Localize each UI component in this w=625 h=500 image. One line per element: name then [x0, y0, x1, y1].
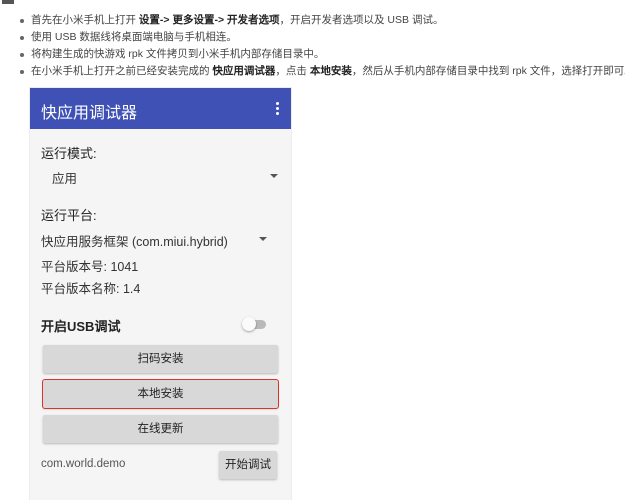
instruction-text: ，点击 — [275, 65, 310, 77]
instruction-text: 使用 USB 数据线将桌面端电脑与手机相连。 — [31, 31, 237, 43]
run-mode-value: 应用 — [52, 172, 78, 186]
instruction-emphasis: 快应用调试器 — [212, 65, 276, 77]
usb-debug-label: 开启USB调试 — [41, 319, 121, 334]
usb-debug-toggle[interactable] — [242, 317, 268, 331]
bullet-icon — [20, 19, 24, 23]
instruction-item: 在小米手机上打开之前已经安装完成的 快应用调试器，点击 本地安装，然后从手机内部… — [18, 63, 625, 80]
app-title: 快应用调试器 — [41, 105, 138, 122]
run-mode-label: 运行模式: — [41, 146, 97, 161]
platform-version-code: 平台版本号: 1041 — [41, 260, 139, 274]
platform-label: 运行平台: — [41, 208, 97, 223]
local-install-button[interactable]: 本地安装 — [42, 379, 279, 409]
instruction-item: 将构建生成的快游戏 rpk 文件拷贝到小米手机内部存储目录中。 — [18, 46, 625, 63]
phone-screen: 快应用调试器 运行模式: 应用 运行平台: 快应用服务框架 (com.miui.… — [30, 88, 291, 500]
scan-install-button[interactable]: 扫码安装 — [43, 345, 278, 373]
platform-version-name: 平台版本名称: 1.4 — [41, 282, 141, 296]
bullet-icon — [20, 36, 24, 40]
instruction-list: 首先在小米手机上打开 设置-> 更多设置-> 开发者选项，开启开发者选项以及 U… — [18, 12, 625, 80]
instruction-emphasis: 设置-> 更多设置-> 开发者选项 — [138, 14, 280, 26]
bullet-icon — [20, 53, 24, 57]
start-debug-button[interactable]: 开始调试 — [219, 451, 277, 479]
instruction-emphasis: 本地安装 — [309, 65, 352, 77]
instruction-text: 首先在小米手机上打开 — [31, 14, 139, 26]
package-name: com.world.demo — [41, 458, 126, 470]
dropdown-caret-icon — [259, 237, 267, 241]
app-bar: 快应用调试器 — [30, 88, 291, 129]
platform-value: 快应用服务框架 (com.miui.hybrid) — [41, 235, 228, 249]
cut-off-heading — [0, 0, 16, 6]
run-mode-select[interactable]: 应用 — [40, 164, 280, 186]
instruction-text: ，然后从手机内部存储目录中找到 rpk 文件，选择打开即可。 — [351, 65, 625, 77]
dropdown-caret-icon — [270, 174, 278, 178]
instruction-text: ，开启开发者选项以及 USB 调试。 — [279, 14, 444, 26]
online-update-button[interactable]: 在线更新 — [43, 415, 278, 443]
more-vert-icon[interactable] — [272, 101, 282, 117]
instruction-text: 将构建生成的快游戏 rpk 文件拷贝到小米手机内部存储目录中。 — [31, 48, 325, 60]
bullet-icon — [20, 70, 24, 74]
instruction-text: 在小米手机上打开之前已经安装完成的 — [31, 65, 213, 77]
platform-select[interactable]: 快应用服务框架 (com.miui.hybrid) — [40, 227, 270, 249]
instruction-item: 首先在小米手机上打开 设置-> 更多设置-> 开发者选项，开启开发者选项以及 U… — [18, 12, 625, 29]
instruction-item: 使用 USB 数据线将桌面端电脑与手机相连。 — [18, 29, 625, 46]
